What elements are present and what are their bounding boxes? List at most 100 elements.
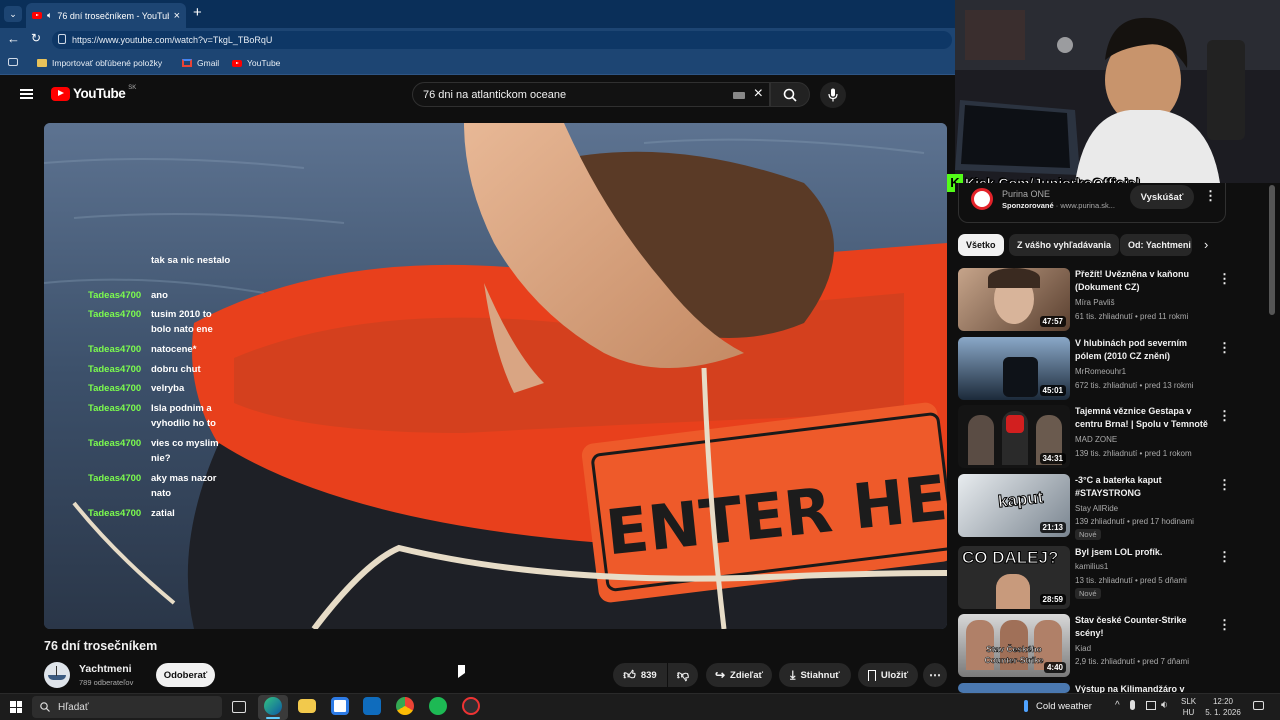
download-button[interactable]: ⤓ Stiahnuť bbox=[779, 663, 851, 687]
recommendation-item[interactable]: kaput 21:13 -3°C a baterka kaput #STAYST… bbox=[958, 474, 1248, 542]
like-button[interactable]: 👍︎ 839 bbox=[613, 663, 667, 687]
ad-card[interactable]: Purina ONE Sponzorované · www.purina.sk.… bbox=[958, 183, 1226, 223]
clear-search-icon[interactable]: × bbox=[754, 85, 763, 103]
tray-chevron-icon[interactable]: ^ bbox=[1115, 700, 1120, 711]
search-button[interactable] bbox=[770, 82, 810, 107]
youtube-logo-text: YouTube bbox=[73, 86, 126, 101]
reading-view-icon[interactable] bbox=[8, 58, 18, 66]
mouse-cursor-icon bbox=[458, 665, 465, 678]
video-thumbnail[interactable] bbox=[958, 683, 1070, 693]
weather-widget[interactable]: Cold weather bbox=[1024, 700, 1092, 712]
microphone-tray-icon[interactable] bbox=[1130, 700, 1135, 710]
ad-more-icon[interactable]: ⋮ bbox=[1204, 188, 1217, 204]
keyboard-icon[interactable] bbox=[733, 92, 745, 99]
video-thumbnail[interactable]: 45:01 bbox=[958, 337, 1070, 400]
scrollbar[interactable] bbox=[1269, 185, 1275, 315]
video-meta: 2,9 tis. zhliadnutí • pred 7 dňami bbox=[1075, 657, 1189, 666]
video-title: -3°C a baterka kaput #STAYSTRONG bbox=[1075, 475, 1162, 498]
obs-icon[interactable] bbox=[462, 697, 480, 715]
menu-icon[interactable] bbox=[20, 89, 33, 99]
chat-user: Tadeas4700 bbox=[88, 508, 142, 519]
new-badge: Nové bbox=[1075, 529, 1101, 540]
tab-list-button[interactable]: ⌄ bbox=[4, 6, 22, 22]
chip-from-channel[interactable]: Od: Yachtmeni bbox=[1120, 234, 1192, 256]
file-explorer-icon[interactable] bbox=[298, 699, 316, 713]
video-thumbnail[interactable]: 34:31 bbox=[958, 405, 1070, 468]
clock[interactable]: 12:20 5. 1. 2026 bbox=[1205, 696, 1241, 718]
task-view-icon[interactable] bbox=[232, 701, 246, 713]
recommendation-item[interactable]: Výstup na Kilimandžáro v bbox=[958, 683, 1248, 693]
more-icon[interactable] bbox=[1218, 339, 1222, 353]
new-tab-button[interactable]: + bbox=[193, 4, 202, 21]
youtube-logo[interactable]: YouTube SK bbox=[51, 85, 136, 101]
ad-cta-button[interactable]: Vyskúšať bbox=[1130, 185, 1194, 209]
chat-text: velryba bbox=[151, 383, 185, 394]
video-thumbnail[interactable]: 47:57 bbox=[958, 268, 1070, 331]
chat-user: Tadeas4700 bbox=[88, 309, 142, 320]
thumb-caption: Stav Českého Counter-Strike bbox=[984, 644, 1044, 666]
chat-text: natocene* bbox=[151, 344, 197, 355]
recommendation-item[interactable]: 47:57 Přežít! Uvězněna v kaňonu (Dokumen… bbox=[958, 268, 1248, 332]
youtube-logo-icon bbox=[51, 86, 70, 101]
share-button[interactable]: ↪ Zdieľať bbox=[706, 663, 772, 687]
chat-text: dobru chut bbox=[151, 364, 201, 375]
url-text: https://www.youtube.com/watch?v=TkgL_TBo… bbox=[72, 35, 273, 45]
chip-label: Z vášho vyhľadávania bbox=[1017, 240, 1112, 250]
more-icon[interactable] bbox=[1218, 407, 1222, 421]
chat-overlay: tak sa nic nestalo Tadeas4700 ano Tadeas… bbox=[88, 253, 288, 533]
new-badge: Nové bbox=[1075, 588, 1101, 599]
bookmark-gmail[interactable]: Gmail bbox=[182, 58, 219, 68]
video-title: Přežít! Uvězněna v kaňonu (Dokument CZ) bbox=[1075, 269, 1190, 292]
network-icon[interactable] bbox=[1146, 701, 1156, 710]
bookmark-import[interactable]: Importovať obľúbené položky bbox=[37, 58, 162, 68]
recommendation-item[interactable]: 34:31 Tajemná věznice Gestapa v centru B… bbox=[958, 405, 1248, 469]
store-icon[interactable] bbox=[331, 697, 349, 715]
tab-active[interactable]: 🔈︎ 76 dní trosečníkem - YouTube × bbox=[26, 3, 186, 28]
video-thumbnail[interactable]: CO DALEJ? 28:59 bbox=[958, 546, 1070, 609]
more-actions-button[interactable]: ⋯ bbox=[923, 663, 947, 687]
more-icon[interactable] bbox=[1218, 270, 1222, 284]
voice-search-button[interactable] bbox=[820, 82, 846, 108]
recommendation-item[interactable]: Stav Českého Counter-Strike 4:40 Stav če… bbox=[958, 614, 1248, 678]
back-arrow-icon[interactable]: ← bbox=[7, 31, 20, 46]
spotify-icon[interactable] bbox=[429, 697, 447, 715]
weather-text: Cold weather bbox=[1036, 700, 1092, 712]
chat-text: tusim 2010 to bolo nato ene bbox=[151, 309, 213, 335]
more-icon[interactable] bbox=[1218, 616, 1222, 630]
chip-all[interactable]: Všetko bbox=[958, 234, 1004, 256]
windows-start-icon[interactable] bbox=[10, 701, 22, 713]
search-input[interactable]: 76 dni na atlantickom oceane × bbox=[412, 82, 770, 107]
video-title: Byl jsem LOL profík. bbox=[1075, 547, 1163, 557]
language-indicator[interactable]: SLK HU bbox=[1181, 696, 1196, 718]
taskbar-search[interactable]: Hľadať bbox=[32, 696, 222, 718]
video-player[interactable]: ENTER HER tak sa nic nestalo Tadeas4700 … bbox=[44, 123, 947, 629]
bookmark-youtube[interactable]: YouTube bbox=[232, 58, 280, 68]
more-icon[interactable] bbox=[1218, 476, 1222, 490]
close-tab-icon[interactable]: × bbox=[174, 10, 180, 22]
channel-name[interactable]: Yachtmeni bbox=[79, 663, 132, 675]
recommendation-item[interactable]: 45:01 V hlubinách pod severním pólem (20… bbox=[958, 337, 1248, 401]
chat-message: Tadeas4700 Isla podnim a vyhodilo ho to bbox=[88, 401, 288, 431]
site-info-icon[interactable] bbox=[58, 34, 66, 44]
video-thumbnail[interactable]: Stav Českého Counter-Strike 4:40 bbox=[958, 614, 1070, 677]
more-icon[interactable] bbox=[1218, 548, 1222, 562]
recommendation-item[interactable]: CO DALEJ? 28:59 Byl jsem LOL profík. kam… bbox=[958, 546, 1248, 614]
chrome-icon[interactable] bbox=[396, 697, 414, 715]
subscribe-button[interactable]: Odoberať bbox=[156, 663, 215, 687]
video-duration: 21:13 bbox=[1039, 522, 1066, 533]
share-icon: ↪ bbox=[714, 668, 726, 682]
save-button[interactable]: Uložiť bbox=[858, 663, 918, 687]
chat-message: Tadeas4700 vies co myslim nie? bbox=[88, 436, 288, 466]
volume-icon[interactable]: 🔉︎ bbox=[1161, 699, 1168, 712]
chip-from-search[interactable]: Z vášho vyhľadávania bbox=[1009, 234, 1120, 256]
chevron-right-icon[interactable]: › bbox=[1204, 237, 1208, 252]
refresh-icon[interactable]: ↻ bbox=[31, 31, 41, 45]
notifications-icon[interactable] bbox=[1253, 701, 1264, 710]
url-field[interactable]: https://www.youtube.com/watch?v=TkgL_TBo… bbox=[52, 31, 952, 49]
dislike-button[interactable]: 👎︎ bbox=[668, 663, 698, 687]
edge-icon[interactable] bbox=[264, 697, 282, 715]
channel-avatar[interactable] bbox=[44, 662, 70, 688]
video-thumbnail[interactable]: kaput 21:13 bbox=[958, 474, 1070, 537]
chat-message: tak sa nic nestalo bbox=[88, 253, 288, 283]
outlook-icon[interactable] bbox=[363, 697, 381, 715]
